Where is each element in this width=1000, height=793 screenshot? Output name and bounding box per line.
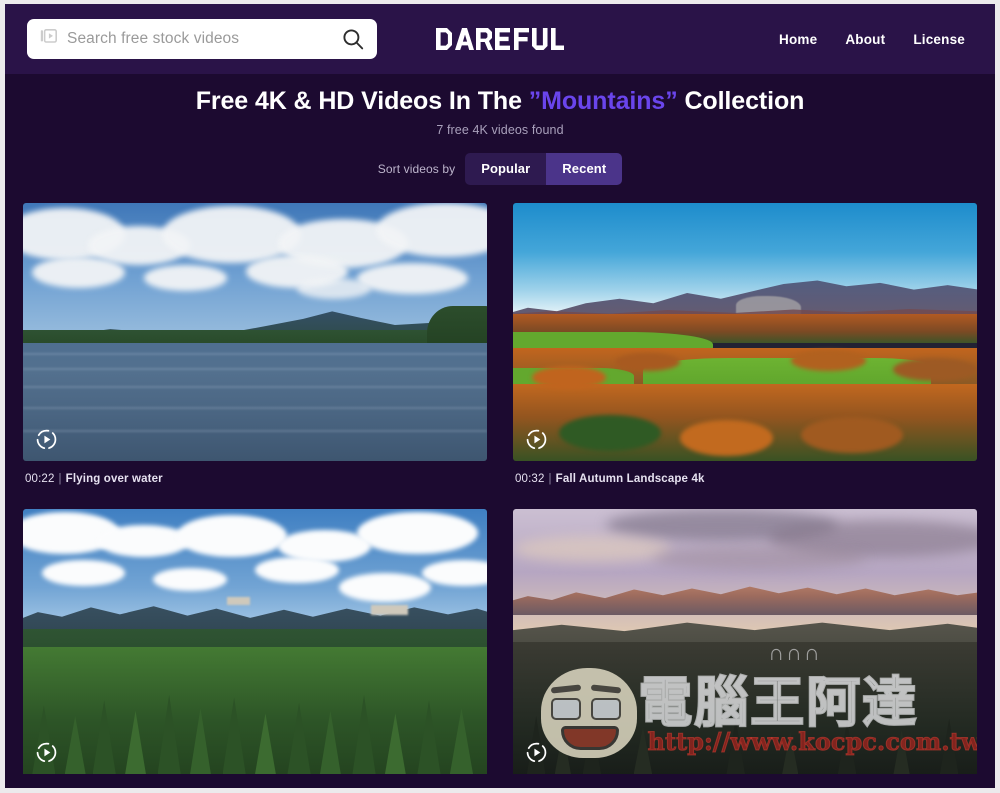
video-grid: 00:22 | Flying over water 00:32 | Fall A… — [5, 203, 995, 775]
search-icon — [342, 29, 364, 53]
nav-item-license[interactable]: License — [913, 32, 965, 47]
sort-controls: Sort videos by Popular Recent — [5, 153, 995, 186]
thumbnail-image-mountain-lake — [23, 509, 487, 775]
play-circle-icon[interactable] — [526, 429, 547, 450]
video-duration: 00:22 — [25, 473, 55, 486]
play-circle-icon[interactable] — [36, 429, 57, 450]
caption-separator: | — [58, 473, 62, 486]
sort-label: Sort videos by — [377, 162, 456, 177]
thumbnail-image-lake — [23, 203, 487, 462]
play-circle-icon[interactable] — [36, 742, 57, 763]
sort-button-recent[interactable]: Recent — [546, 153, 623, 186]
video-card[interactable]: 00:22 | Flying over water — [23, 203, 487, 485]
sort-button-popular[interactable]: Popular — [465, 153, 547, 186]
nav-item-about[interactable]: About — [845, 32, 885, 47]
site-header: Home About License — [5, 4, 995, 74]
video-thumbnail[interactable] — [23, 509, 487, 775]
caption-separator: | — [548, 473, 552, 486]
page-title-suffix: Collection — [677, 87, 805, 115]
video-collection-icon — [40, 28, 58, 50]
page-title-prefix: Free 4K & HD Videos In The — [195, 87, 529, 115]
search-bar[interactable] — [27, 19, 377, 59]
collection-header: Free 4K & HD Videos In The ”Mountains” C… — [5, 74, 995, 137]
watermark-text: 電腦王阿達 — [637, 670, 919, 735]
nav-item-home[interactable]: Home — [779, 32, 817, 47]
browser-page: Home About License Free 4K & HD Videos I… — [0, 0, 1000, 793]
play-circle-icon[interactable] — [526, 742, 547, 763]
video-card[interactable]: ∩∩∩ 電腦王阿達 http://www.kocpc.com.tw — [513, 509, 977, 775]
page-title-highlight: ”Mountains” — [528, 87, 678, 115]
sort-button-group: Popular Recent — [465, 153, 623, 186]
video-caption: 00:22 | Flying over water — [23, 461, 487, 485]
page-title: Free 4K & HD Videos In The ”Mountains” C… — [5, 86, 995, 117]
main-nav: Home About License — [779, 32, 973, 47]
video-card[interactable] — [23, 509, 487, 775]
site-logo[interactable] — [436, 28, 564, 50]
video-thumbnail[interactable] — [513, 203, 977, 462]
video-duration: 00:32 — [515, 473, 545, 486]
video-caption: 00:32 | Fall Autumn Landscape 4k — [513, 461, 977, 485]
thumbnail-image-sunset-mountains: ∩∩∩ 電腦王阿達 http://www.kocpc.com.tw — [513, 509, 977, 775]
video-title[interactable]: Fall Autumn Landscape 4k — [556, 473, 705, 485]
result-count: 7 free 4K videos found — [436, 123, 564, 138]
watermark-url: http://www.kocpc.com.tw — [647, 726, 977, 756]
thumbnail-image-autumn — [513, 203, 977, 462]
video-thumbnail[interactable]: ∩∩∩ 電腦王阿達 http://www.kocpc.com.tw — [513, 509, 977, 775]
video-thumbnail[interactable] — [23, 203, 487, 462]
video-card[interactable]: 00:32 | Fall Autumn Landscape 4k — [513, 203, 977, 485]
watermark-mascot-icon — [540, 668, 637, 759]
search-input[interactable] — [67, 30, 341, 48]
video-title[interactable]: Flying over water — [66, 473, 163, 485]
search-button[interactable] — [341, 28, 365, 50]
